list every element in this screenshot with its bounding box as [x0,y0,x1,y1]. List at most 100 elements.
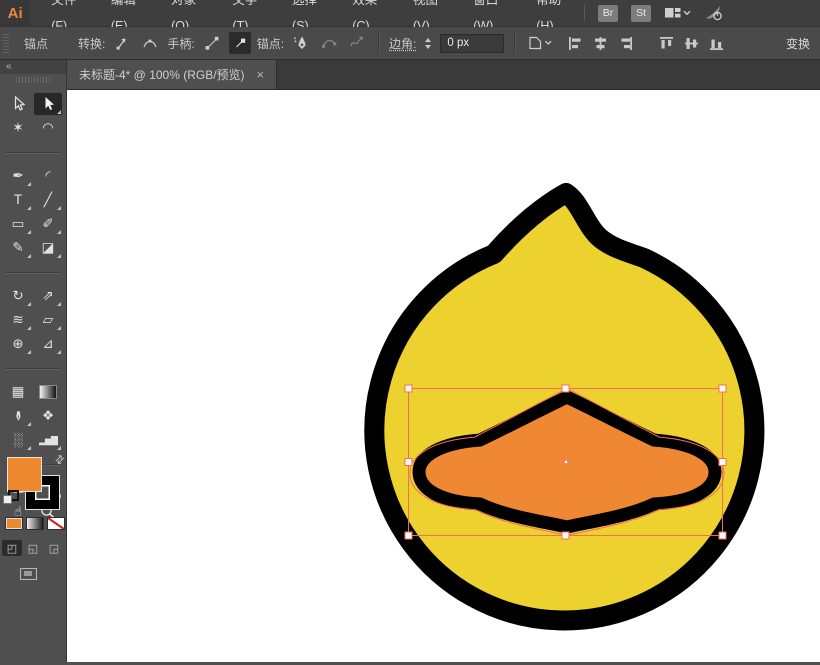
tool-perspective-grid[interactable]: ⊿ [34,333,62,355]
corner-widget-icon [526,35,554,51]
paintbrush-icon: ✐ [42,217,53,231]
selection-handle[interactable] [719,385,726,392]
tool-group-divider [5,368,61,369]
rectangle-icon: ▭ [12,217,25,231]
menu-bar: Ai 文件(F)编辑(E)对象(O)文字(T)选择(S)效果(C)视图(V)窗口… [0,0,820,27]
selection-center-point[interactable] [564,460,568,464]
control-separator [378,32,379,54]
control-bar: 锚点 转换: 手柄: 锚点: [0,27,820,60]
hide-handles-icon [232,35,248,51]
tool-shaper[interactable]: ✎ [4,237,32,259]
eraser-icon: ◪ [42,241,55,255]
align-center-horizontal-button[interactable] [592,35,609,52]
tool-selection[interactable] [4,93,32,115]
tool-type[interactable]: T [4,189,32,211]
handles-label: 手柄: [167,35,194,52]
tool-scale[interactable]: ⇗ [34,285,62,307]
corner-options-button[interactable] [525,32,555,54]
line-segment-icon: ╱ [44,193,52,207]
default-fill-stroke-icon[interactable] [3,490,17,504]
bridge-button[interactable]: Br [598,5,618,22]
transform-panel-button[interactable]: 变换 [786,35,810,52]
corner-radius-input[interactable] [440,34,504,53]
hide-handles-button[interactable] [229,32,251,54]
tool-gradient[interactable] [34,381,62,403]
align-center-vertical-button[interactable] [683,35,700,52]
workspace-switcher-icon[interactable] [664,5,691,21]
selection-handle[interactable] [405,459,412,466]
tool-width[interactable]: ≋ [4,309,32,331]
draw-behind-button[interactable]: ◱ [23,540,43,556]
selection-handle[interactable] [562,532,569,539]
tool-curvature[interactable]: ◜ [34,165,62,187]
tool-pen[interactable]: ✒ [4,165,32,187]
anchor-panel-label: 锚点 [24,35,48,52]
artboard-view[interactable] [67,90,820,662]
align-right-button[interactable] [617,35,634,52]
draw-inside-button[interactable]: ◲ [44,540,64,556]
tool-line-segment[interactable]: ╱ [34,189,62,211]
selection-handle[interactable] [405,385,412,392]
swap-fill-stroke-icon[interactable]: ⇄ [52,452,68,468]
stepper-down-icon[interactable] [425,45,431,49]
align-left-button[interactable] [567,35,584,52]
align-bottom-button[interactable] [708,35,725,52]
show-handles-button[interactable] [201,32,223,54]
tool-symbol-sprayer[interactable]: ░ [4,429,32,451]
paint-color-button[interactable] [5,517,23,530]
stepper-up-icon[interactable] [425,38,431,42]
tool-mesh[interactable]: ▦ [4,381,32,403]
eyedropper-icon: ✒ [11,410,25,421]
tool-eraser[interactable]: ◪ [34,237,62,259]
tool-eyedropper[interactable]: ✒ [4,405,32,427]
perspective-grid-icon: ⊿ [42,337,53,351]
width-icon: ≋ [12,313,23,327]
canvas[interactable] [67,90,820,662]
tool-shape-builder[interactable]: ⊕ [4,333,32,355]
free-transform-icon: ▱ [43,313,53,327]
tool-column-graph[interactable]: ▂▅▇ [34,429,62,451]
tool-lasso[interactable]: ◠ [34,117,62,139]
gpu-performance-icon[interactable] [704,4,725,22]
align-top-button[interactable] [658,35,675,52]
remove-anchor-button[interactable] [290,32,312,54]
corner-label[interactable]: 边角: [389,35,416,52]
tool-free-transform[interactable]: ▱ [34,309,62,331]
blend-icon: ❖ [42,409,54,423]
selection-handle[interactable] [405,532,412,539]
tool-group-divider [5,272,61,273]
fill-color-well[interactable] [8,458,41,491]
stock-button[interactable]: St [631,5,651,22]
tools-panel-grip[interactable] [0,74,66,86]
tool-direct-selection[interactable] [34,93,62,115]
selection-handle[interactable] [719,532,726,539]
draw-normal-button[interactable]: ◰ [2,540,22,556]
tool-paintbrush[interactable]: ✐ [34,213,62,235]
gradient-icon [39,385,57,399]
screen-mode-button[interactable] [20,568,37,580]
document-tab[interactable]: 未标题-4* @ 100% (RGB/预览) × [67,60,277,89]
rotate-icon: ↻ [12,289,23,303]
paint-gradient-button[interactable] [26,517,44,530]
cut-path-button[interactable] [346,32,368,54]
show-handles-icon [204,35,220,51]
tool-rotate[interactable]: ↻ [4,285,32,307]
connect-endpoints-button[interactable] [318,32,340,54]
app-logo: Ai [0,0,30,26]
corner-stepper[interactable] [422,38,434,49]
collapse-panel-button[interactable]: « [0,60,66,74]
tool-rectangle[interactable]: ▭ [4,213,32,235]
convert-to-smooth-button[interactable] [139,32,161,54]
selection-handle[interactable] [719,459,726,466]
convert-to-corner-button[interactable] [111,32,133,54]
draw-mode-row: ◰ ◱ ◲ [2,540,64,556]
lasso-icon: ◠ [42,121,54,135]
selection-handle[interactable] [562,385,569,392]
tool-blend[interactable]: ❖ [34,405,62,427]
tab-close-icon[interactable]: × [257,68,265,81]
shaper-icon: ✎ [12,241,23,255]
tool-magic-wand[interactable]: ✶ [4,117,32,139]
pen-anchor-icon [293,35,309,51]
control-bar-grip[interactable] [3,33,9,53]
paint-none-button[interactable] [47,517,65,530]
